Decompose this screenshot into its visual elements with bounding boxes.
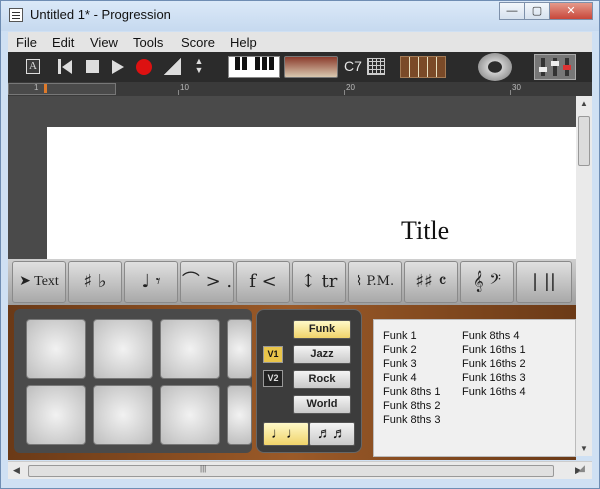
quarter-notes-button[interactable]: ♩♩	[263, 422, 309, 446]
pattern-list: Funk 1 Funk 2 Funk 3 Funk 4 Funk 8ths 1 …	[373, 319, 576, 457]
rewind-bar-icon	[58, 59, 61, 74]
palette-dynamics-button[interactable]: f <	[236, 261, 290, 303]
vertical-scrollbar[interactable]: ▲ ▼	[576, 96, 592, 456]
drum-pad[interactable]	[93, 385, 153, 445]
palette-ornaments-button[interactable]: ↕ tr	[292, 261, 346, 303]
drum-pad[interactable]	[26, 385, 86, 445]
app-window: Untitled 1* - Progression — ▢ ✕ File Edi…	[0, 0, 600, 489]
menu-score[interactable]: Score	[181, 35, 215, 50]
palette-barline-button[interactable]: | ||	[516, 261, 572, 303]
menu-bar: File Edit View Tools Score Help	[8, 32, 592, 52]
horizontal-scroll-thumb[interactable]	[28, 465, 554, 477]
pattern-item[interactable]: Funk 16ths 3	[462, 372, 526, 384]
volume-icon[interactable]	[163, 58, 181, 75]
pattern-item[interactable]: Funk 8ths 3	[383, 414, 440, 426]
piano-icon[interactable]	[228, 56, 280, 78]
pattern-item[interactable]: Funk 2	[383, 344, 417, 356]
style-world-button[interactable]: World	[293, 395, 351, 414]
stop-icon[interactable]	[86, 60, 99, 73]
palette-text-label: Text	[34, 274, 59, 289]
tempo-updown-icon[interactable]: ▲ ▼	[193, 57, 205, 77]
palette-note-rest-button[interactable]: ♩ 𝄾	[124, 261, 178, 303]
ruler-label: 20	[346, 83, 355, 92]
scroll-left-icon[interactable]: ◀	[13, 465, 20, 476]
style-rock-button[interactable]: Rock	[293, 370, 351, 389]
style-funk-button[interactable]: Funk	[293, 320, 351, 339]
text-tool-icon[interactable]: A	[26, 59, 40, 74]
chord-label[interactable]: C7	[344, 58, 362, 80]
drum-pad[interactable]	[227, 385, 252, 445]
horizontal-scrollbar[interactable]: ◀ ||| ▶	[8, 461, 592, 479]
drum-pad[interactable]	[227, 319, 252, 379]
pattern-item[interactable]: Funk 8ths 4	[462, 330, 519, 342]
notation-palette: ➤ Text ♯ ♭ ♩ 𝄾 ⌒ > . f < ↕ tr ⌇ P.M. ♯♯ …	[8, 259, 576, 305]
drum-style-panel: Funk Jazz Rock World V1 V2 ♩♩ ♬♬	[256, 309, 362, 453]
mixer-icon[interactable]	[534, 54, 576, 80]
palette-accidentals-button[interactable]: ♯ ♭	[68, 261, 122, 303]
palette-articulations-button[interactable]: ⌒ > .	[180, 261, 234, 303]
pattern-item[interactable]: Funk 1	[383, 330, 417, 342]
score-title[interactable]: Title	[401, 216, 449, 246]
rewind-icon[interactable]	[62, 60, 72, 74]
style-jazz-button[interactable]: Jazz	[293, 345, 351, 364]
palette-techniques-button[interactable]: ⌇ P.M.	[348, 261, 402, 303]
menu-help[interactable]: Help	[230, 35, 257, 50]
voice-2-button[interactable]: V2	[263, 370, 283, 387]
minimize-button[interactable]: —	[499, 2, 525, 20]
ruler-label: 1	[34, 83, 39, 92]
toolbar: A ▲ ▼ C7	[8, 52, 592, 82]
ruler-viewport[interactable]	[8, 83, 116, 95]
drum-pads	[14, 309, 252, 453]
pattern-item[interactable]: Funk 16ths 2	[462, 358, 526, 370]
palette-key-signature-button[interactable]: ♯♯ 𝄴	[404, 261, 458, 303]
title-bar: Untitled 1* - Progression — ▢ ✕	[1, 1, 599, 31]
drum-pad[interactable]	[160, 319, 220, 379]
window-title: Untitled 1* - Progression	[30, 7, 171, 22]
chord-grid-icon[interactable]	[367, 58, 385, 75]
menu-file[interactable]: File	[16, 35, 37, 50]
menu-view[interactable]: View	[90, 35, 118, 50]
pattern-item[interactable]: Funk 3	[383, 358, 417, 370]
palette-text-button[interactable]: ➤ Text	[12, 261, 66, 303]
palette-clef-button[interactable]: 𝄞 𝄢	[460, 261, 514, 303]
menu-edit[interactable]: Edit	[52, 35, 74, 50]
vertical-scroll-thumb[interactable]	[578, 116, 590, 166]
scroll-grip-icon: |||	[200, 464, 207, 473]
resize-grip-icon[interactable]: ◢	[578, 463, 585, 474]
drum-pad[interactable]	[160, 385, 220, 445]
maximize-button[interactable]: ▢	[524, 2, 550, 20]
pattern-item[interactable]: Funk 16ths 4	[462, 386, 526, 398]
guitar-fretboard-icon[interactable]	[400, 56, 446, 78]
timeline-ruler[interactable]: 1 10 20 30	[8, 82, 592, 96]
gear-icon[interactable]	[478, 53, 512, 81]
drum-pad[interactable]	[93, 319, 153, 379]
playhead-marker[interactable]	[44, 84, 47, 93]
drum-pad[interactable]	[26, 319, 86, 379]
pattern-item[interactable]: Funk 4	[383, 372, 417, 384]
scroll-down-icon[interactable]: ▼	[580, 444, 588, 453]
drum-panel: Funk Jazz Rock World V1 V2 ♩♩ ♬♬ Funk 1 …	[8, 305, 576, 460]
ruler-label: 30	[512, 83, 521, 92]
app-icon	[9, 8, 23, 22]
pattern-item[interactable]: Funk 16ths 1	[462, 344, 526, 356]
scroll-up-icon[interactable]: ▲	[580, 99, 588, 108]
voice-1-button[interactable]: V1	[263, 346, 283, 363]
ruler-label: 10	[180, 83, 189, 92]
pattern-item[interactable]: Funk 8ths 1	[383, 386, 440, 398]
pattern-item[interactable]: Funk 8ths 2	[383, 400, 440, 412]
menu-tools[interactable]: Tools	[133, 35, 163, 50]
drum-icon[interactable]	[284, 56, 338, 78]
play-icon[interactable]	[112, 60, 124, 74]
sixteenth-notes-button[interactable]: ♬♬	[309, 422, 355, 446]
record-icon[interactable]	[136, 59, 152, 75]
close-button[interactable]: ✕	[549, 2, 593, 20]
